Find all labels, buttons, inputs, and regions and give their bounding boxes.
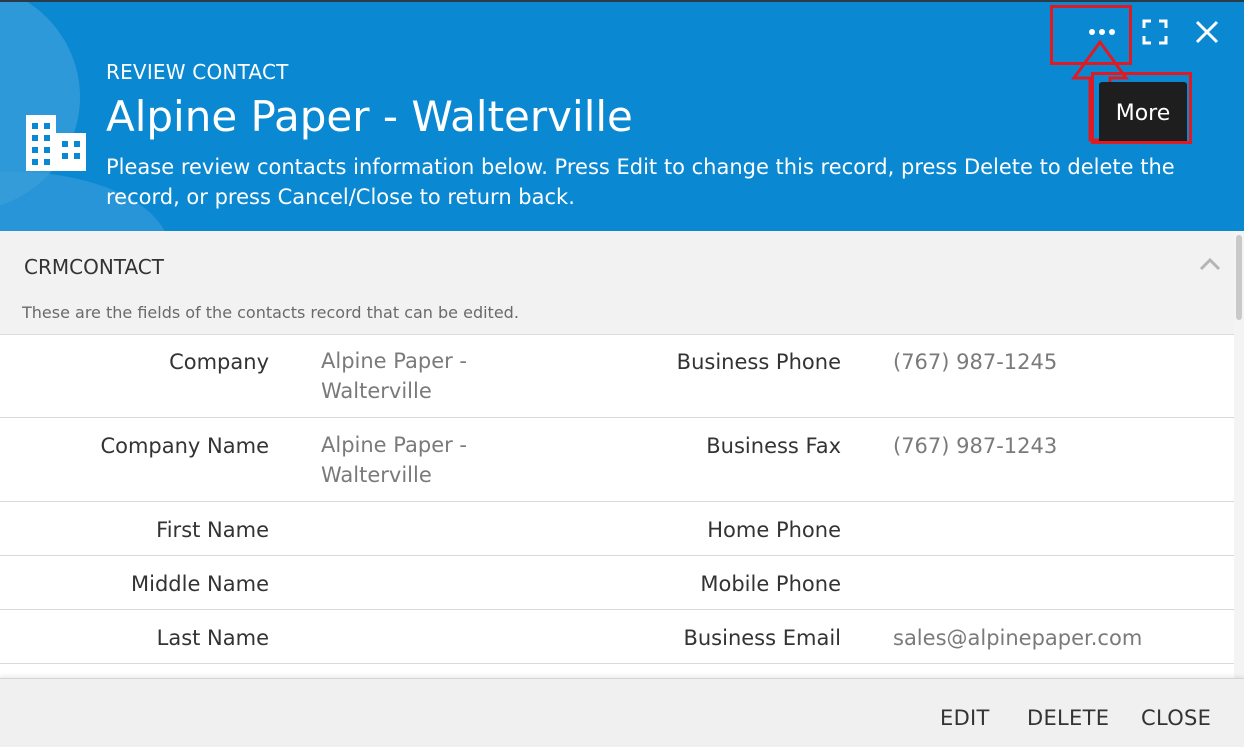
tooltip-highlight [1091,72,1192,144]
delete-button[interactable]: DELETE [1027,706,1109,730]
field-label: Business Email [683,626,841,650]
section-subtitle: These are the fields of the contacts rec… [22,303,519,322]
vertical-scrollbar[interactable] [1234,231,1244,678]
field-value: (767) 987-1245 [893,350,1058,374]
field-row: Company Alpine Paper - Walterville Busin… [0,334,1234,418]
chevron-up-icon[interactable] [1198,255,1222,273]
field-label: Business Phone [676,350,841,374]
field-label: Last Name [156,626,269,650]
field-row: Middle Name Mobile Phone [0,556,1234,610]
section-title: CRMCONTACT [24,255,164,279]
field-label: Middle Name [131,572,269,596]
close-icon [1195,20,1219,44]
field-value: sales@alpinepaper.com [893,626,1143,650]
dialog-eyebrow: REVIEW CONTACT [106,60,289,84]
page-title: Alpine Paper - Walterville [106,92,633,141]
review-contact-dialog: REVIEW CONTACT Alpine Paper - Waltervill… [0,0,1244,747]
building-icon [26,115,86,171]
field-row: First Name Home Phone [0,502,1234,556]
field-label: First Name [156,518,269,542]
close-button[interactable] [1185,10,1229,54]
dialog-footer: EDIT DELETE CLOSE [0,678,1244,747]
fields-table: Company Alpine Paper - Walterville Busin… [0,334,1234,664]
scrollbar-thumb[interactable] [1236,235,1242,320]
field-label: Company Name [100,434,269,458]
field-value: Alpine Paper - Walterville [321,349,467,403]
close-footer-button[interactable]: CLOSE [1141,706,1211,730]
field-label: Home Phone [707,518,841,542]
field-label: Business Fax [706,434,841,458]
field-row: Company Name Alpine Paper - Walterville … [0,418,1234,502]
field-value: Alpine Paper - Walterville [321,433,467,487]
expand-icon [1142,19,1168,45]
field-value: (767) 987-1243 [893,434,1058,458]
field-label: Company [169,350,269,374]
section-header: CRMCONTACT These are the fields of the c… [0,231,1234,335]
dialog-description: Please review contacts information below… [106,155,1175,209]
field-row: Last Name Business Email sales@alpinepap… [0,610,1234,664]
field-label: Mobile Phone [700,572,841,596]
edit-button[interactable]: EDIT [940,706,990,730]
